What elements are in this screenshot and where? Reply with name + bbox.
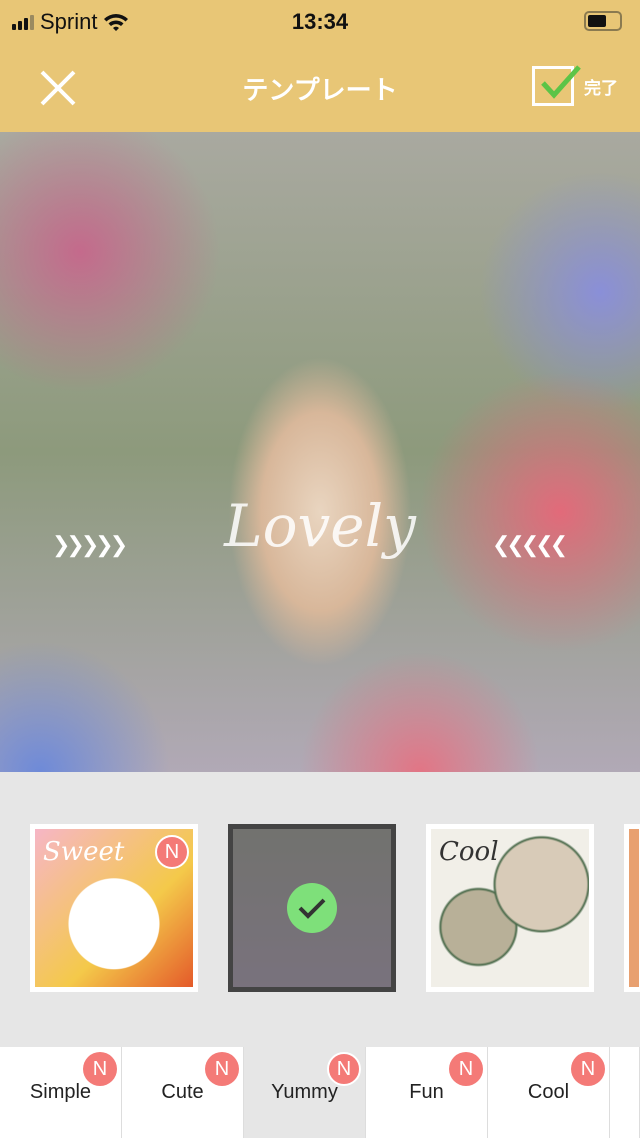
battery-icon	[584, 11, 622, 31]
tab-label: Cool	[527, 1081, 570, 1103]
nav-bar: テンプレート 完了	[0, 44, 640, 132]
check-icon	[287, 883, 337, 933]
clock: 13:34	[291, 9, 349, 34]
category-tabs: Simple N Cute N Yummy N Fun N Cool N	[0, 1047, 640, 1138]
tab-label: Yummy	[271, 1081, 338, 1103]
new-badge: N	[449, 1052, 483, 1086]
tab-yummy[interactable]: Yummy N	[244, 1047, 366, 1138]
template-preview: ❯❯❯❯❯ Lovely ❮❮❮❮❮	[0, 132, 640, 772]
arrows-left-decoration: ❮❮❮❮❮	[492, 532, 568, 557]
template-thumbnail[interactable]: Cool	[426, 824, 594, 992]
new-badge: N	[83, 1052, 117, 1086]
tab-cute[interactable]: Cute N	[122, 1047, 244, 1138]
status-bar: Sprint 13:34	[0, 0, 640, 44]
new-badge: N	[205, 1052, 239, 1086]
tab-label: Cute	[161, 1081, 204, 1103]
tab-fun[interactable]: Fun N	[366, 1047, 488, 1138]
template-thumbnail[interactable]: Sweet N	[30, 824, 198, 992]
new-badge: N	[327, 1052, 361, 1086]
tab-more[interactable]	[610, 1047, 640, 1138]
tab-label: Fun	[409, 1081, 444, 1103]
new-badge: N	[571, 1052, 605, 1086]
checkbox-checked-icon	[532, 65, 581, 106]
template-thumbnail-selected[interactable]	[228, 824, 396, 992]
thumbnail-label: Sweet	[43, 837, 125, 867]
template-thumbnail[interactable]	[624, 824, 640, 992]
tab-simple[interactable]: Simple N	[0, 1047, 122, 1138]
new-badge: N	[155, 835, 189, 869]
template-list: Sweet N Cool	[30, 824, 640, 992]
thumbnail-label: Cool	[439, 837, 499, 867]
done-label: 完了	[584, 78, 618, 98]
tab-cool[interactable]: Cool N	[488, 1047, 610, 1138]
done-button[interactable]: 完了	[532, 65, 618, 106]
tab-label: Simple	[29, 1081, 92, 1103]
